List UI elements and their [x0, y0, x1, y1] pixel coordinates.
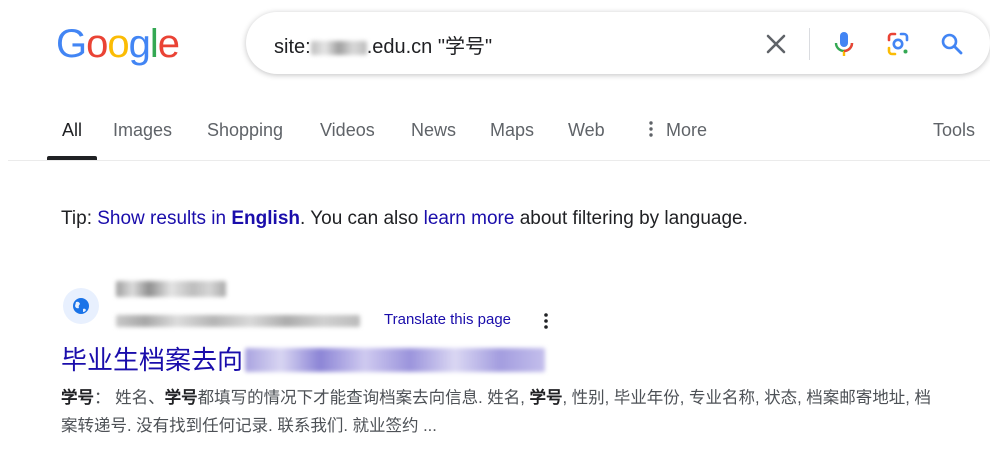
tab-videos[interactable]: Videos — [320, 120, 375, 141]
learn-more-link[interactable]: learn more — [424, 208, 515, 229]
redacted-url — [116, 314, 360, 327]
logo-letter: o — [107, 22, 129, 66]
tab-more[interactable]: More — [646, 120, 707, 141]
query-prefix: site: — [274, 36, 311, 58]
language-tip: Tip: Show results in English. You can al… — [61, 208, 748, 230]
logo-letter: o — [86, 22, 108, 66]
tab-web[interactable]: Web — [568, 120, 605, 141]
close-icon — [766, 34, 786, 54]
tab-maps[interactable]: Maps — [490, 120, 534, 141]
logo-letter: G — [56, 22, 87, 66]
tab-news[interactable]: News — [411, 120, 456, 141]
result-title-text: 毕业生档案去向 — [61, 345, 244, 375]
tab-all[interactable]: All — [62, 120, 82, 141]
tab-more-label: More — [666, 120, 708, 140]
search-tabs: All Images Shopping Videos News Maps Web… — [0, 112, 990, 160]
google-logo[interactable]: Google — [56, 22, 180, 67]
tab-shopping[interactable]: Shopping — [207, 120, 283, 141]
lens-icon — [887, 32, 909, 56]
logo-letter: e — [157, 22, 180, 66]
voice-search-button[interactable] — [826, 26, 862, 62]
result-title-link[interactable]: 毕业生档案去向 — [61, 340, 546, 377]
search-icon — [941, 33, 963, 55]
tabs-divider — [8, 160, 990, 161]
snippet-bold: 学号 — [61, 389, 94, 407]
search-divider — [809, 28, 810, 60]
redacted-title — [245, 348, 546, 372]
search-box[interactable]: site: .edu.cn "学号" — [246, 12, 990, 74]
translate-link[interactable]: Translate this page — [384, 311, 511, 328]
snippet-bold: 学号 — [529, 389, 563, 407]
result-snippet: 学号： 姓名、学号都填写的情况下才能查询档案去向信息. 姓名, 学号, 性别, … — [61, 384, 941, 440]
snippet-text: ： 姓名、 — [94, 389, 165, 407]
more-vert-icon — [544, 313, 548, 329]
clear-button[interactable] — [758, 26, 794, 62]
show-results-link[interactable]: Show results in English — [97, 208, 300, 229]
mic-icon — [834, 32, 854, 56]
show-results-label: Show results in — [97, 208, 227, 229]
redacted-site-name — [116, 280, 226, 297]
globe-icon — [73, 298, 89, 314]
snippet-text: 都填写的情况下才能查询档案去向信息. 姓名, — [197, 389, 530, 407]
vertical-dots-icon — [649, 121, 653, 137]
snippet-bold: 学号 — [164, 389, 198, 407]
search-input[interactable]: site: .edu.cn "学号" — [274, 30, 492, 59]
result-menu-button[interactable] — [537, 310, 555, 332]
english-link[interactable]: English — [231, 208, 300, 229]
search-submit-button[interactable] — [934, 26, 970, 62]
tip-middle: . You can also — [300, 208, 424, 229]
tip-suffix: about filtering by language. — [514, 208, 748, 229]
tip-prefix: Tip: — [61, 208, 98, 229]
image-search-button[interactable] — [880, 26, 916, 62]
site-favicon[interactable] — [63, 288, 99, 324]
tab-images[interactable]: Images — [113, 120, 172, 141]
query-suffix: .edu.cn "学号" — [366, 36, 493, 58]
tools-button[interactable]: Tools — [933, 120, 975, 141]
redacted-domain — [310, 40, 367, 55]
logo-letter: g — [128, 22, 151, 66]
site-name-redacted[interactable] — [116, 280, 226, 298]
logo-letter: l — [149, 22, 159, 66]
site-url-redacted[interactable] — [116, 312, 360, 330]
